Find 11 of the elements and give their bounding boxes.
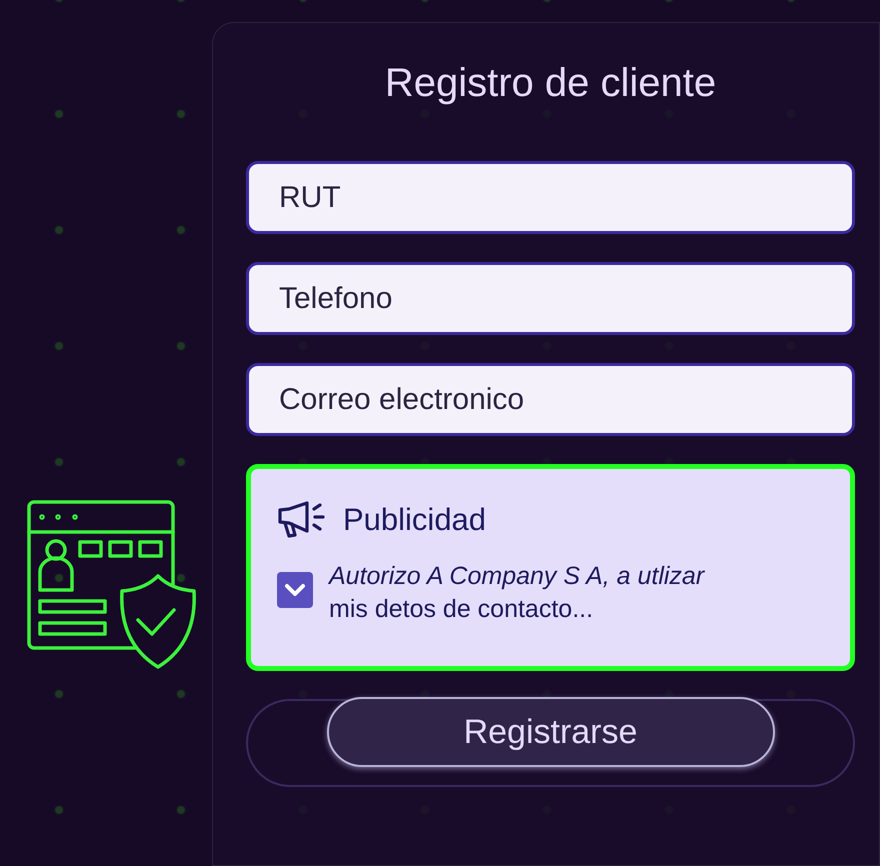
check-icon bbox=[284, 582, 306, 598]
section-title: Publicidad bbox=[343, 501, 486, 539]
consent-text: mis detos de contacto... bbox=[329, 594, 594, 624]
text-field[interactable]: Correo electronico bbox=[246, 363, 855, 436]
form-title: Registro de cliente bbox=[384, 60, 716, 107]
text-field[interactable]: Telefono bbox=[246, 262, 855, 335]
profile-security-icon bbox=[26, 500, 198, 670]
register-button[interactable]: Registrarse bbox=[326, 697, 774, 767]
consent-text: Autorizo A Company S A, a utlizar bbox=[329, 560, 704, 592]
text-field[interactable]: RUT bbox=[246, 161, 855, 234]
consent-checkbox[interactable] bbox=[277, 572, 313, 608]
